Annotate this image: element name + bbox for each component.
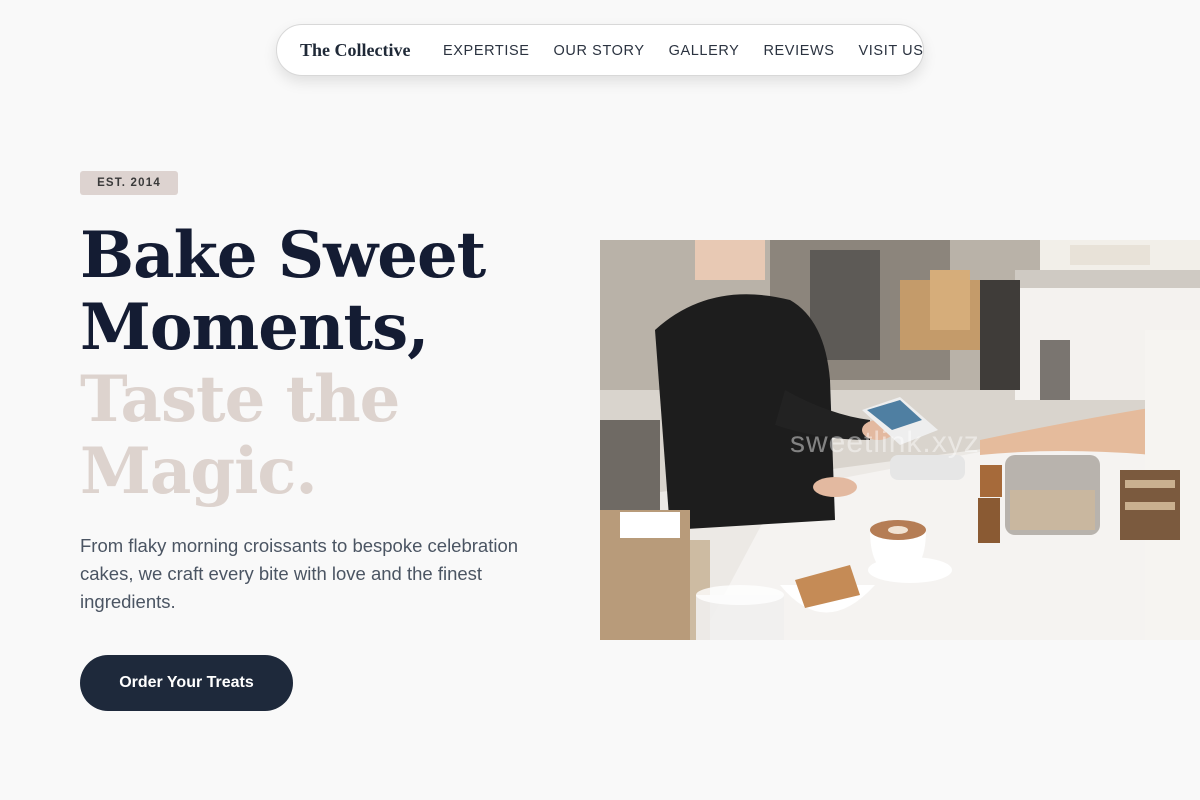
headline-line-4: Magic. <box>80 434 318 509</box>
hero-image: sweetlink.xyz <box>600 240 1200 640</box>
order-treats-button[interactable]: Order Your Treats <box>80 655 293 711</box>
hero-headline: Bake Sweet Moments, Taste the Magic. <box>80 218 486 509</box>
nav-link-our-story[interactable]: OUR STORY <box>554 43 645 59</box>
headline-line-2: Moments, <box>80 290 429 365</box>
image-watermark: sweetlink.xyz <box>790 426 980 459</box>
page: The Collective EXPERTISE OUR STORY GALLE… <box>0 0 1200 800</box>
nav-link-expertise[interactable]: EXPERTISE <box>443 43 530 59</box>
nav-link-visit-us[interactable]: VISIT US <box>859 43 924 59</box>
top-navigation: The Collective EXPERTISE OUR STORY GALLE… <box>276 24 924 76</box>
nav-links: EXPERTISE OUR STORY GALLERY REVIEWS VISI… <box>443 43 924 59</box>
nav-link-reviews[interactable]: REVIEWS <box>763 43 834 59</box>
brand-logo[interactable]: The Collective <box>300 40 410 61</box>
headline-line-3: Taste the <box>80 362 400 437</box>
nav-link-gallery[interactable]: GALLERY <box>669 43 740 59</box>
established-badge: EST. 2014 <box>80 171 178 195</box>
headline-line-1: Bake Sweet <box>80 218 486 293</box>
hero-description: From flaky morning croissants to bespoke… <box>80 535 519 612</box>
